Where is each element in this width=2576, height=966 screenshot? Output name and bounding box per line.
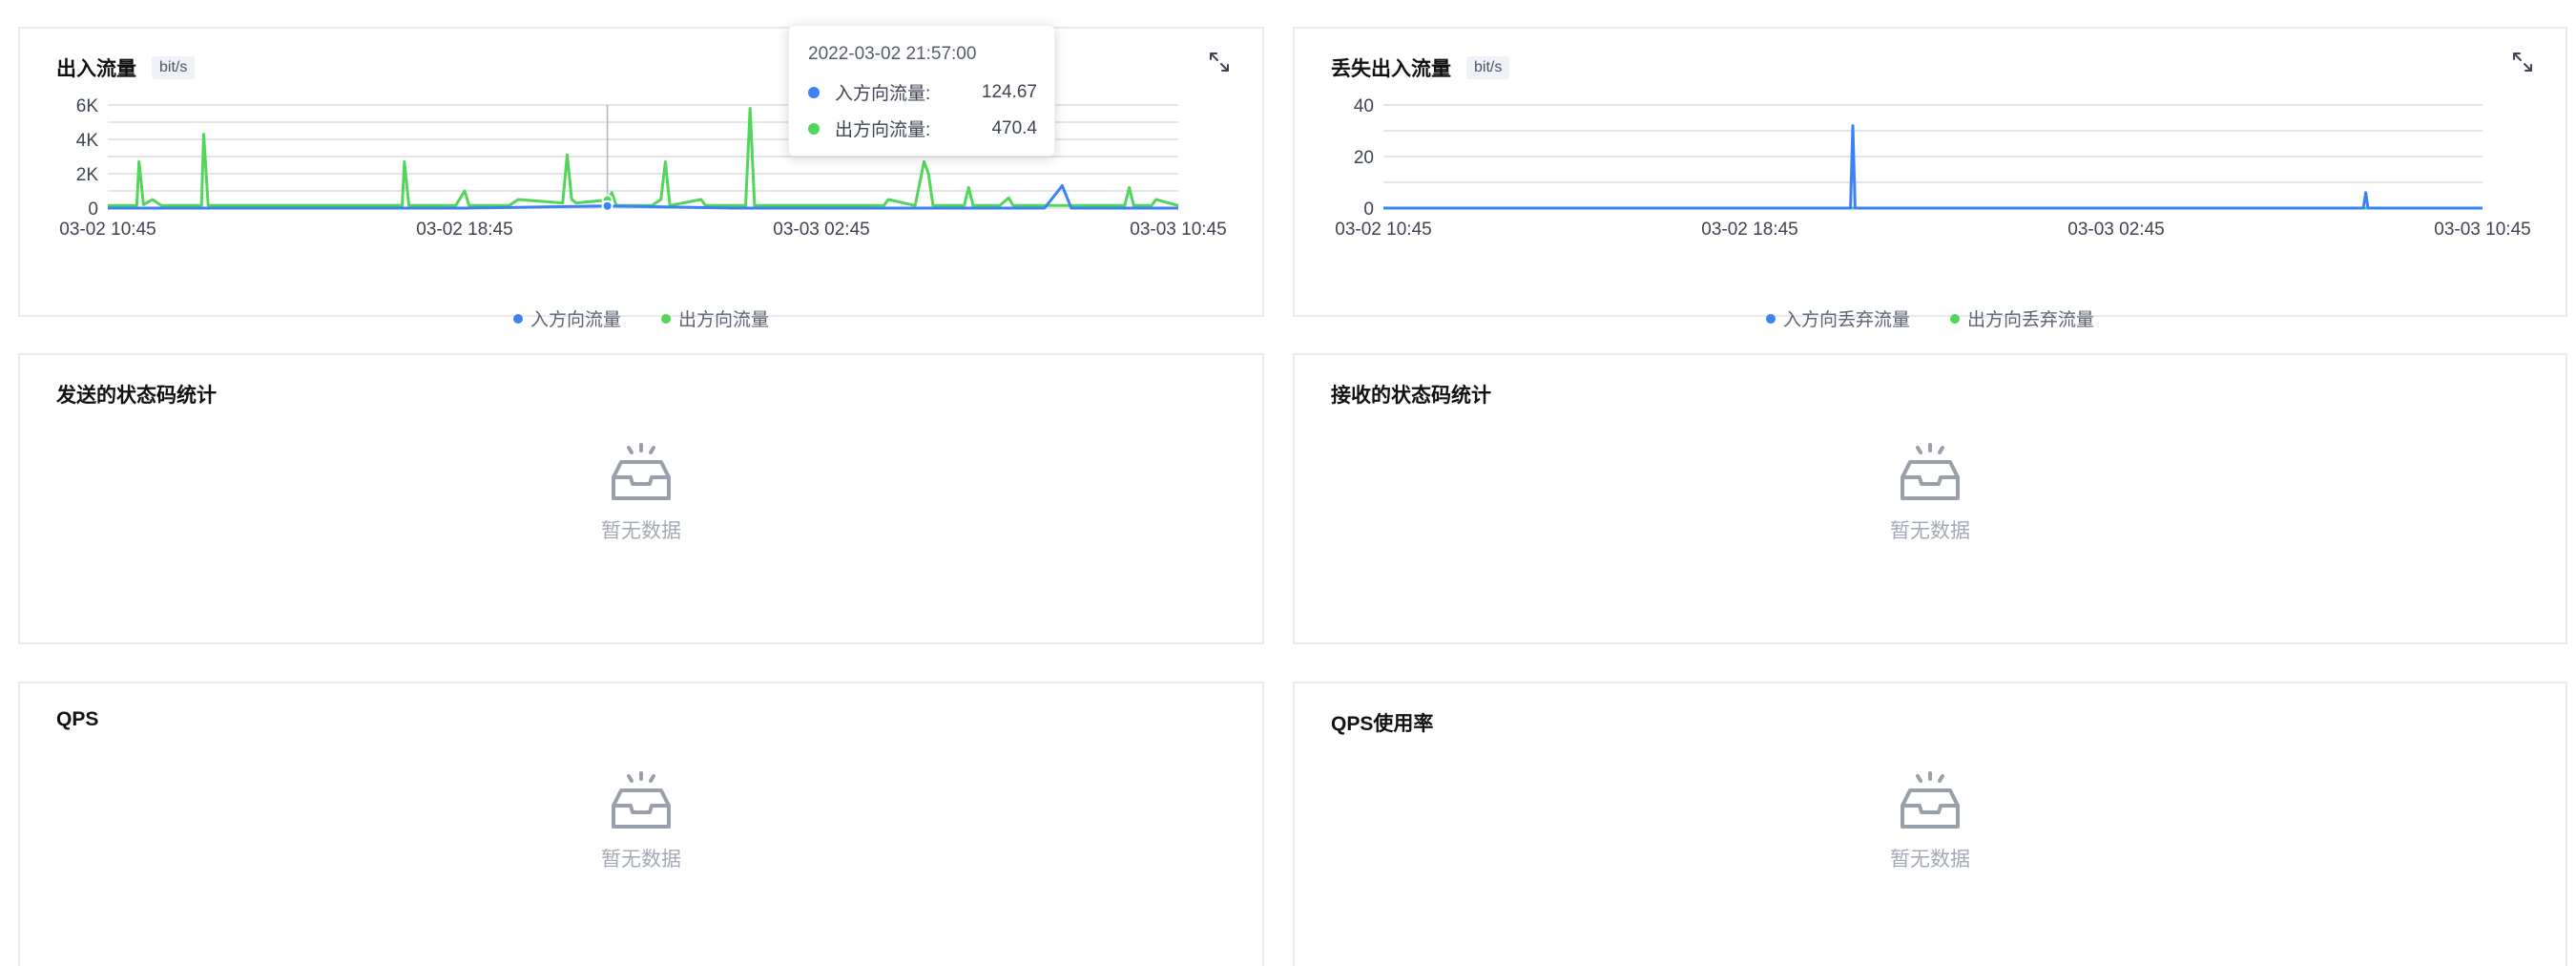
legend-label-inbound: 入方向流量 — [530, 310, 621, 330]
legend-label-inbound-drop: 入方向丢弃流量 — [1782, 310, 1910, 330]
chart-tooltip: 2022-03-02 21:57:00 入方向流量: 124.67 出方向流量:… — [788, 25, 1055, 157]
empty-state: 暂无数据 — [1295, 441, 2566, 544]
x-tick-label: 03-02 10:45 — [1335, 220, 1431, 240]
x-tick-label: 03-03 10:45 — [1130, 220, 1226, 240]
dropped-chart[interactable]: 0 20 40 03-02 10:45 03-02 18:45 03-03 02:45 03… — [1295, 29, 2569, 296]
legend-label-outbound-drop: 出方向丢弃流量 — [1967, 310, 2095, 330]
empty-state: 暂无数据 — [20, 769, 1262, 872]
sent-status-panel: 发送的状态码统计 暂无数据 — [18, 353, 1264, 644]
empty-text: 暂无数据 — [1890, 520, 1970, 542]
traffic-panel: 出入流量 bit/s 0 2K 4K 6K 03-02 10:45 03-02 18:45… — [18, 27, 1266, 330]
x-tick-label: 03-03 02:45 — [773, 220, 869, 240]
tooltip-value: 124.67 — [981, 81, 1037, 102]
legend-label-outbound: 出方向流量 — [678, 310, 770, 330]
legend-item-inbound-drop[interactable]: 入方向丢弃流量 — [1765, 305, 1910, 331]
empty-inbox-icon — [612, 443, 671, 500]
traffic-legend: 入方向流量 出方向流量 — [20, 305, 1262, 331]
y-tick-label: 20 — [1354, 148, 1374, 168]
tooltip-time: 2022-03-02 21:57:00 — [808, 44, 977, 64]
y-tick-label: 0 — [1363, 200, 1374, 220]
x-tick-label: 03-03 02:45 — [2067, 220, 2164, 240]
qps-usage-panel: QPS使用率 暂无数据 — [1293, 682, 2567, 966]
dropped-legend: 入方向丢弃流量 出方向丢弃流量 — [1295, 305, 2566, 331]
empty-text: 暂无数据 — [601, 849, 681, 871]
traffic-chart[interactable]: 0 2K 4K 6K 03-02 10:45 03-02 18:45 03-03 02:45… — [20, 29, 1266, 296]
empty-state: 暂无数据 — [20, 441, 1262, 544]
y-tick-label: 40 — [1354, 96, 1374, 116]
legend-dot-outbound — [1950, 313, 1960, 324]
empty-inbox-icon — [612, 771, 671, 829]
empty-state: 暂无数据 — [1295, 769, 2566, 872]
qps-title: QPS — [56, 708, 99, 730]
x-tick-label: 03-03 10:45 — [2434, 220, 2530, 240]
dropped-panel: 丢失出入流量 bit/s 0 20 40 03-02 10:45 03-02 18:45… — [1293, 27, 2569, 330]
qps-usage-title: QPS使用率 — [1331, 713, 1434, 735]
empty-inbox-icon — [1901, 771, 1960, 829]
legend-dot-inbound — [512, 313, 523, 324]
qps-panel: QPS 暂无数据 — [18, 682, 1264, 966]
tooltip-dot-inbound — [808, 86, 820, 98]
sent-status-title: 发送的状态码统计 — [56, 385, 217, 407]
tooltip-row-outbound: 出方向流量: 470.4 — [808, 116, 1037, 141]
y-tick-label: 0 — [88, 200, 98, 220]
legend-item-inbound[interactable]: 入方向流量 — [512, 305, 621, 331]
y-tick-label: 6K — [76, 96, 99, 116]
series-line-inbound — [1383, 124, 2483, 210]
empty-text: 暂无数据 — [601, 520, 681, 542]
y-tick-label: 4K — [76, 131, 99, 151]
recv-status-title: 接收的状态码统计 — [1331, 385, 1491, 407]
x-tick-label: 03-02 18:45 — [1701, 220, 1797, 240]
empty-inbox-icon — [1901, 443, 1960, 500]
empty-text: 暂无数据 — [1890, 849, 1970, 871]
x-tick-label: 03-02 10:45 — [59, 220, 156, 240]
legend-item-outbound-drop[interactable]: 出方向丢弃流量 — [1950, 305, 2094, 331]
y-tick-label: 2K — [76, 165, 99, 185]
legend-dot-inbound — [1765, 313, 1776, 324]
tooltip-label: 入方向流量: — [835, 84, 931, 104]
tooltip-row-inbound: 入方向流量: 124.67 — [808, 79, 1037, 105]
legend-dot-outbound — [661, 313, 671, 324]
legend-item-outbound[interactable]: 出方向流量 — [661, 305, 769, 331]
tooltip-value: 470.4 — [991, 117, 1037, 138]
tooltip-label: 出方向流量: — [835, 120, 931, 140]
x-tick-label: 03-02 18:45 — [416, 220, 512, 240]
recv-status-panel: 接收的状态码统计 暂无数据 — [1293, 353, 2567, 644]
tooltip-dot-outbound — [808, 122, 820, 135]
hover-point-inbound — [601, 200, 613, 212]
